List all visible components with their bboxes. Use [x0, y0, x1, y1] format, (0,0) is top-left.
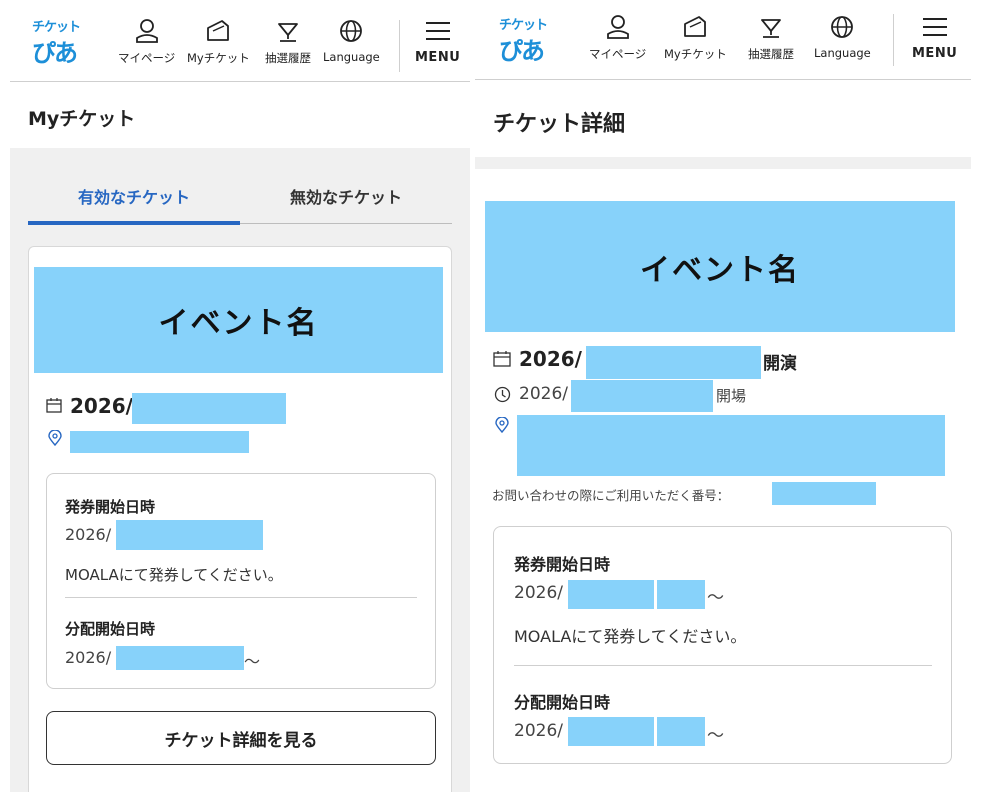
inquiry-number-label: お問い合わせの際にご利用いただく番号：	[492, 488, 730, 503]
event-name-banner: イベント名	[485, 201, 955, 332]
location-pin-icon	[495, 417, 509, 433]
ticket-icon	[207, 20, 230, 41]
header-divider	[893, 14, 894, 66]
divider	[514, 665, 932, 666]
redacted-inquiry-number	[772, 482, 876, 505]
event-name-banner: イベント名	[34, 267, 443, 373]
redacted-distribution-date	[568, 717, 654, 746]
door-open-date: 2026/	[519, 384, 568, 404]
tab-invalid-tickets[interactable]: 無効なチケット	[240, 184, 452, 208]
ticket-pia-logo[interactable]: チケット ぴあ	[499, 14, 559, 70]
nav-menu[interactable]: MENU	[912, 14, 957, 61]
calendar-icon	[493, 351, 511, 367]
ticket-pia-logo[interactable]: チケット ぴあ	[32, 16, 92, 72]
nav-myticket[interactable]: Myチケット	[664, 14, 727, 62]
header-divider	[399, 20, 400, 72]
issue-start-date: 2026/	[65, 525, 112, 544]
page-title: チケット詳細	[493, 112, 626, 137]
calendar-icon	[46, 398, 62, 413]
nav-mypage[interactable]: マイページ	[589, 14, 646, 62]
site-header: チケット ぴあ マイページ Myチケット 抽選履歴 Language MENU	[10, 0, 470, 82]
nav-menu[interactable]: MENU	[415, 18, 460, 65]
performance-date: 2026/	[519, 347, 582, 371]
redacted-issue-date	[568, 580, 654, 609]
nav-language[interactable]: Language	[323, 18, 380, 64]
clock-icon	[494, 386, 511, 403]
location-pin-icon	[48, 430, 62, 446]
tab-active-indicator	[28, 221, 240, 225]
issue-start-date: 2026/	[514, 583, 563, 603]
myticket-screen: チケット ぴあ マイページ Myチケット 抽選履歴 Language MENU …	[10, 0, 470, 792]
nav-mypage[interactable]: マイページ	[118, 18, 175, 66]
redacted-date	[132, 393, 286, 424]
globe-icon	[340, 20, 363, 42]
lottery-icon	[278, 23, 298, 42]
site-header: チケット ぴあ マイページ Myチケット 抽選履歴 Language MENU	[475, 0, 971, 80]
globe-icon	[831, 16, 854, 38]
redacted-performance-date	[586, 346, 761, 379]
issuance-info-box: 発券開始日時 2026/ MOALAにて発券してください。 分配開始日時 202…	[46, 473, 436, 689]
redacted-door-open-date	[571, 380, 713, 412]
redacted-issue-date	[116, 520, 263, 550]
nav-language[interactable]: Language	[814, 14, 871, 60]
ticket-icon	[684, 16, 707, 37]
event-date: 2026/	[70, 394, 133, 418]
person-icon	[606, 15, 629, 39]
tab-valid-tickets[interactable]: 有効なチケット	[28, 184, 240, 208]
ticket-card: イベント名 2026/ 発券開始日時 2026/ MOALAにて発券してください…	[28, 246, 452, 792]
hamburger-menu-icon	[425, 22, 450, 40]
hamburger-menu-icon	[922, 18, 947, 36]
divider	[65, 597, 417, 598]
performance-label: 開演	[763, 354, 797, 374]
door-open-label: 開場	[716, 387, 747, 405]
issue-start-label: 発券開始日時	[65, 498, 156, 516]
distribution-start-date: 2026/	[65, 648, 112, 667]
distribution-suffix: 〜	[244, 652, 261, 671]
nav-myticket[interactable]: Myチケット	[187, 18, 250, 66]
issue-start-label: 発券開始日時	[514, 555, 611, 574]
page-title: Myチケット	[28, 108, 136, 130]
distribution-start-label: 分配開始日時	[514, 693, 611, 712]
issue-suffix: 〜	[707, 588, 724, 608]
distribution-start-date: 2026/	[514, 721, 563, 741]
nav-lottery-history[interactable]: 抽選履歴	[265, 18, 311, 66]
ticket-detail-screen: チケット ぴあ マイページ Myチケット 抽選履歴 Language MENU …	[475, 0, 971, 792]
distribution-suffix: 〜	[707, 726, 724, 746]
redacted-venue	[70, 431, 249, 453]
lottery-icon	[761, 19, 781, 38]
issue-note: MOALAにて発券してください。	[514, 627, 747, 646]
redacted-distribution-time	[657, 717, 705, 746]
section-separator	[475, 157, 971, 169]
nav-lottery-history[interactable]: 抽選履歴	[748, 14, 794, 62]
issuance-info-box: 発券開始日時 2026/ 〜 MOALAにて発券してください。 分配開始日時 2…	[493, 526, 952, 764]
redacted-venue	[517, 415, 945, 476]
redacted-distribution-date	[116, 646, 244, 670]
distribution-start-label: 分配開始日時	[65, 620, 156, 638]
view-ticket-detail-button[interactable]: チケット詳細を見る	[46, 711, 436, 765]
person-icon	[135, 19, 158, 43]
issue-note: MOALAにて発券してください。	[65, 566, 283, 584]
redacted-issue-time	[657, 580, 705, 609]
